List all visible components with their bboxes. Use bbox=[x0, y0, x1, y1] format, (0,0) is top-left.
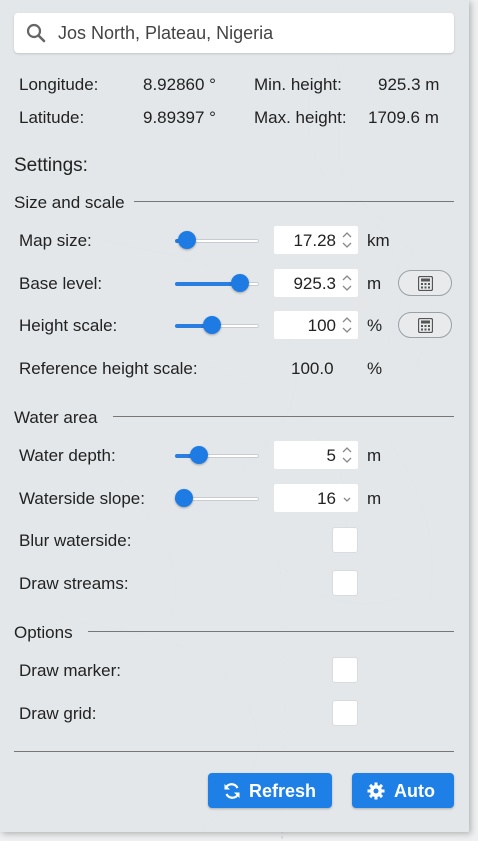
options-title: Options bbox=[14, 623, 73, 642]
footer-divider bbox=[14, 751, 454, 752]
base-level-unit: m bbox=[367, 274, 382, 293]
slider-thumb[interactable] bbox=[231, 274, 250, 292]
blur-waterside-label: Blur waterside: bbox=[19, 531, 132, 550]
calculator-icon bbox=[418, 276, 433, 291]
section-divider bbox=[113, 416, 454, 417]
waterside-slope-unit: m bbox=[367, 489, 382, 508]
reference-height-scale-unit: % bbox=[367, 359, 383, 378]
auto-label: Auto bbox=[394, 781, 435, 801]
slider-thumb[interactable] bbox=[189, 446, 208, 464]
section-divider bbox=[134, 201, 454, 202]
height-scale-label: Height scale: bbox=[19, 316, 118, 335]
height-scale-slider[interactable] bbox=[175, 312, 259, 338]
base-level-calculate-button[interactable] bbox=[398, 270, 452, 296]
draw-streams-checkbox[interactable] bbox=[332, 570, 358, 596]
refresh-button[interactable]: Refresh bbox=[208, 773, 332, 808]
draw-grid-checkbox[interactable] bbox=[332, 700, 358, 726]
search-input[interactable]: Jos North, Plateau, Nigeria bbox=[58, 23, 273, 44]
waterside-slope-label: Waterside slope: bbox=[19, 489, 145, 508]
slider-thumb[interactable] bbox=[175, 489, 193, 507]
base-level-label: Base level: bbox=[19, 274, 103, 293]
map-size-input[interactable]: 17.28 bbox=[274, 226, 358, 254]
base-level-slider[interactable] bbox=[175, 270, 259, 296]
height-scale-unit: % bbox=[367, 316, 383, 335]
settings-heading: Settings: bbox=[14, 155, 88, 176]
spinner-icon[interactable] bbox=[341, 444, 353, 466]
spinner-icon[interactable] bbox=[341, 272, 353, 294]
auto-button[interactable]: Auto bbox=[352, 773, 454, 808]
settings-panel: Jos North, Plateau, Nigeria Longitude: 8… bbox=[0, 0, 469, 832]
latitude-value: 9.89397 ° bbox=[143, 108, 216, 127]
section-divider bbox=[88, 631, 454, 632]
gear-icon bbox=[367, 782, 385, 800]
slider-thumb[interactable] bbox=[202, 316, 221, 334]
draw-grid-label: Draw grid: bbox=[19, 704, 97, 723]
chevron-down-icon[interactable] bbox=[341, 487, 353, 509]
draw-marker-checkbox[interactable] bbox=[332, 657, 358, 683]
blur-waterside-checkbox[interactable] bbox=[332, 527, 358, 553]
waterside-slope-slider[interactable] bbox=[175, 485, 259, 511]
search-box[interactable]: Jos North, Plateau, Nigeria bbox=[14, 13, 454, 53]
refresh-label: Refresh bbox=[249, 781, 317, 801]
draw-marker-label: Draw marker: bbox=[19, 661, 122, 680]
slider-thumb[interactable] bbox=[178, 231, 197, 249]
reference-height-scale-label: Reference height scale: bbox=[19, 359, 198, 378]
height-scale-calculate-button[interactable] bbox=[398, 312, 452, 338]
calculator-icon bbox=[418, 318, 433, 333]
size-scale-title: Size and scale bbox=[14, 193, 125, 212]
water-depth-unit: m bbox=[367, 446, 382, 465]
min-height-value: 925.3 m bbox=[378, 75, 440, 94]
height-scale-input[interactable]: 100 bbox=[274, 311, 358, 339]
search-icon bbox=[26, 23, 46, 43]
water-area-title: Water area bbox=[14, 408, 98, 427]
reference-height-scale-value: 100.0 bbox=[291, 359, 334, 378]
max-height-label: Max. height: bbox=[254, 108, 347, 127]
water-depth-label: Water depth: bbox=[19, 446, 116, 465]
base-level-input[interactable]: 925.3 bbox=[274, 269, 358, 297]
spinner-icon[interactable] bbox=[341, 229, 353, 251]
longitude-label: Longitude: bbox=[19, 75, 99, 94]
map-size-slider[interactable] bbox=[175, 227, 259, 253]
water-depth-slider[interactable] bbox=[175, 442, 259, 468]
waterside-slope-select[interactable]: 16 bbox=[274, 484, 358, 512]
longitude-value: 8.92860 ° bbox=[143, 75, 216, 94]
water-depth-input[interactable]: 5 bbox=[274, 441, 358, 469]
draw-streams-label: Draw streams: bbox=[19, 574, 129, 593]
spinner-icon[interactable] bbox=[341, 314, 353, 336]
latitude-label: Latitude: bbox=[19, 108, 85, 127]
refresh-icon bbox=[224, 783, 240, 799]
map-size-unit: km bbox=[367, 231, 390, 250]
max-height-value: 1709.6 m bbox=[368, 108, 439, 127]
min-height-label: Min. height: bbox=[254, 75, 342, 94]
map-size-label: Map size: bbox=[19, 231, 92, 250]
